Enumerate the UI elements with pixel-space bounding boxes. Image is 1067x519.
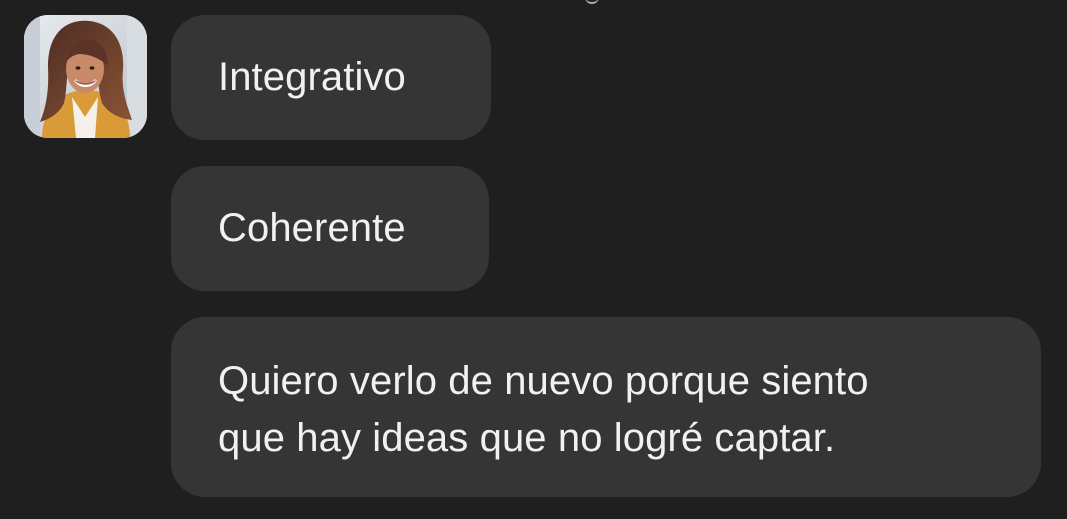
avatar-photo-icon <box>24 15 147 138</box>
message-text: Quiero verlo de nuevo porque siento que … <box>218 359 869 460</box>
message-bubble[interactable]: Coherente <box>171 166 489 291</box>
message-text: Coherente <box>218 206 406 250</box>
avatar[interactable] <box>24 15 147 138</box>
message-text: Integrativo <box>218 55 406 99</box>
message-bubble[interactable]: Integrativo <box>171 15 491 140</box>
message-bubble[interactable]: Quiero verlo de nuevo porque siento que … <box>171 317 1041 497</box>
chat-thread: Integrativo Coherente Quiero verlo de nu… <box>0 0 1067 519</box>
previous-message-fragment <box>585 0 599 4</box>
